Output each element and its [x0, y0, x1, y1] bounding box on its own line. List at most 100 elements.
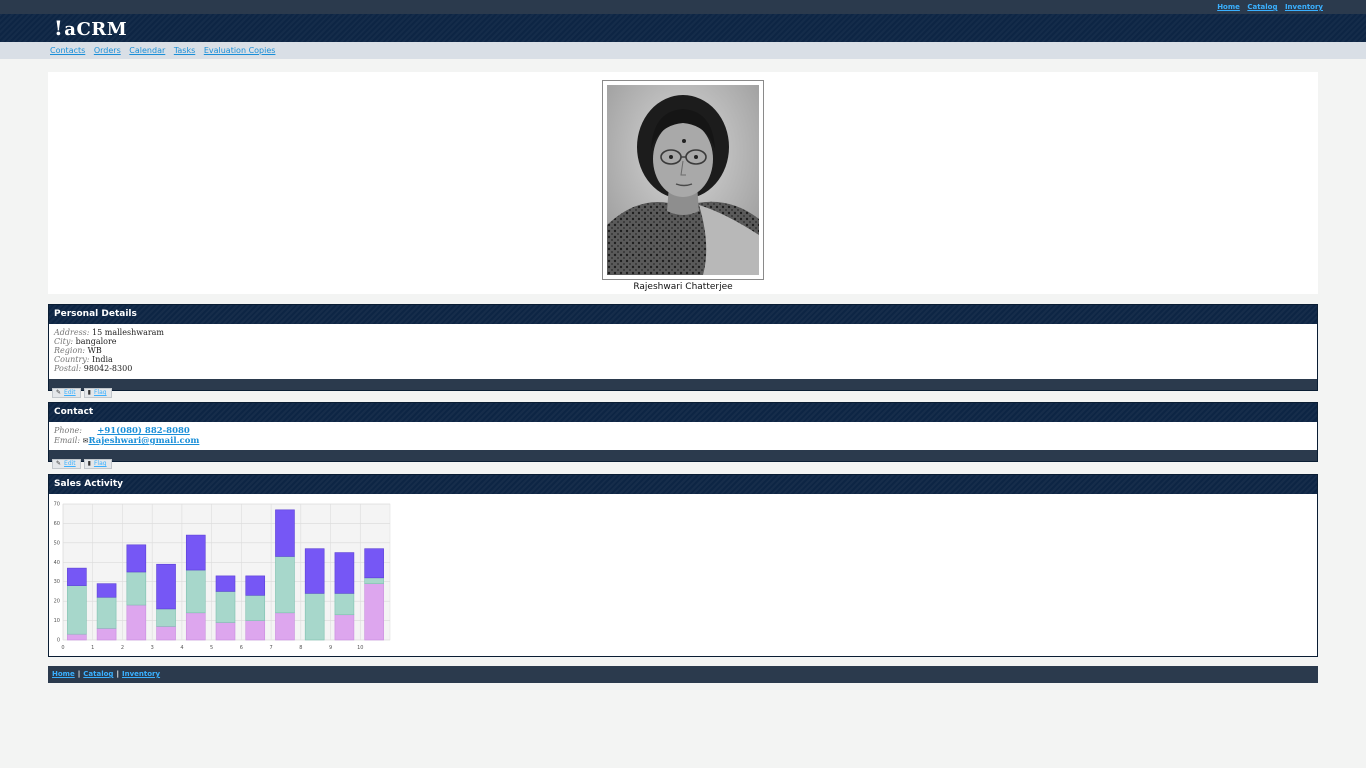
flag-label: Flag — [93, 460, 107, 467]
field-country: Country: India — [54, 355, 1312, 364]
phone-link[interactable]: +91(080) 882-8080 — [97, 426, 190, 436]
separator: | — [116, 670, 119, 678]
pencil-icon: ✎ — [56, 460, 62, 467]
chart-bar-segment — [275, 556, 295, 614]
nav-evaluation-copies[interactable]: Evaluation Copies — [204, 46, 276, 55]
chart-bar-segment — [126, 604, 147, 641]
contact-photo — [607, 85, 759, 275]
chart-bar-segment — [126, 571, 147, 606]
app-logo[interactable]: !aCRM — [54, 16, 127, 40]
chart-bar-segment — [364, 548, 384, 579]
x-tick-label: 6 — [240, 645, 243, 651]
y-tick-label: 70 — [54, 502, 60, 508]
y-tick-label: 0 — [57, 638, 60, 644]
x-tick-label: 10 — [357, 645, 363, 651]
chart-bar-segment — [215, 591, 236, 623]
chart-bar-segment — [334, 552, 355, 594]
chart-bar-segment — [67, 585, 87, 635]
sub-navigation: Contacts Orders Calendar Tasks Evaluatio… — [0, 42, 1366, 59]
footer-link-home[interactable]: Home — [52, 670, 75, 678]
email-link[interactable]: Rajeshwari@gmail.com — [88, 436, 199, 446]
x-tick-label: 0 — [61, 645, 64, 651]
chart-bar-segment — [185, 569, 206, 614]
field-label: Region: — [54, 346, 86, 355]
top-link-catalog[interactable]: Catalog — [1247, 3, 1277, 11]
y-tick-label: 10 — [54, 618, 60, 624]
y-tick-label: 40 — [54, 560, 60, 566]
x-tick-label: 9 — [329, 645, 332, 651]
contact-photo-panel: Rajeshwari Chatterjee — [48, 72, 1318, 294]
nav-orders[interactable]: Orders — [94, 46, 121, 55]
chart-bar-segment — [245, 620, 266, 641]
chart-bar-segment — [245, 595, 266, 621]
portrait-image — [607, 85, 759, 275]
x-tick-label: 2 — [121, 645, 124, 651]
edit-button[interactable]: ✎ Edit — [52, 388, 81, 398]
field-label: City: — [54, 337, 74, 346]
personal-details-body: Address: 15 malleshwaram City: bangalore… — [49, 324, 1317, 379]
chart-bar-segment — [185, 612, 206, 641]
field-value: 15 malleshwaram — [92, 328, 165, 337]
chart-bar-segment — [304, 593, 325, 641]
flag-button[interactable]: ▮ Flag — [83, 388, 112, 398]
chart-bar-segment — [156, 563, 176, 610]
bookmark-icon: ▮ — [87, 460, 91, 467]
footer-link-inventory[interactable]: Inventory — [122, 670, 160, 678]
field-label: Address: — [54, 328, 90, 337]
nav-calendar[interactable]: Calendar — [129, 46, 165, 55]
chart-bar-segment — [364, 577, 384, 584]
y-tick-label: 20 — [54, 599, 60, 605]
flag-button[interactable]: ▮ Flag — [83, 459, 112, 469]
phone-row: Phone: +91(080) 882-8080 — [54, 426, 1312, 436]
footer-link-catalog[interactable]: Catalog — [83, 670, 113, 678]
chart-bar-segment — [364, 583, 384, 641]
chart-bar-segment — [67, 567, 87, 586]
sales-chart: 0 10 20 30 40 50 60 70 0 1 2 3 4 5 6 7 8 9 10 — [49, 494, 1317, 656]
chart-bar-segment — [96, 596, 117, 629]
sales-chart-svg: 0 10 20 30 40 50 60 70 0 1 2 3 4 5 6 7 8 9 10 — [54, 502, 391, 651]
field-city: City: bangalore — [54, 337, 1312, 346]
field-value: bangalore — [75, 337, 117, 346]
edit-button[interactable]: ✎ Edit — [52, 459, 81, 469]
chart-bar-segment — [156, 608, 176, 627]
top-link-inventory[interactable]: Inventory — [1285, 3, 1323, 11]
contact-body: Phone: +91(080) 882-8080 Email: ✉Rajeshw… — [49, 422, 1317, 450]
top-link-home[interactable]: Home — [1217, 3, 1240, 11]
panel-title: Personal Details — [49, 305, 1317, 324]
field-value: WB — [87, 346, 102, 355]
x-tick-label: 4 — [180, 645, 183, 651]
photo-frame — [602, 80, 764, 280]
chart-bar-segment — [156, 626, 176, 641]
email-label: Email: — [54, 436, 81, 445]
chart-bar-segment — [96, 628, 117, 641]
page-footer: Home | Catalog | Inventory — [48, 666, 1318, 683]
email-row: Email: ✉Rajeshwari@gmail.com — [54, 436, 1312, 446]
field-region: Region: WB — [54, 346, 1312, 355]
chart-bar-segment — [275, 612, 295, 641]
nav-tasks[interactable]: Tasks — [174, 46, 195, 55]
field-value: 98042-8300 — [83, 364, 133, 373]
chart-bar-segment — [215, 575, 236, 592]
field-value: India — [92, 355, 113, 364]
chart-bar-segment — [245, 575, 266, 596]
phone-label: Phone: — [54, 426, 82, 435]
top-links: Home Catalog Inventory — [1212, 3, 1323, 11]
field-label: Country: — [54, 355, 90, 364]
chart-bar-segment — [96, 583, 117, 598]
panel-title: Contact — [49, 403, 1317, 422]
chart-bar-segment — [215, 622, 236, 641]
panel-footer: ✎ Edit ▮ Flag — [49, 450, 1317, 469]
x-tick-label: 1 — [91, 645, 94, 651]
separator: | — [77, 670, 81, 678]
field-address: Address: 15 malleshwaram — [54, 328, 1312, 337]
x-tick-label: 8 — [299, 645, 302, 651]
nav-contacts[interactable]: Contacts — [50, 46, 85, 55]
edit-label: Edit — [64, 389, 76, 396]
y-tick-label: 30 — [54, 579, 60, 585]
panel-title: Sales Activity — [49, 475, 1317, 494]
app-title: aCRM — [64, 19, 128, 40]
contact-name: Rajeshwari Chatterjee — [633, 282, 733, 292]
chart-bar-segment — [67, 633, 87, 641]
sales-activity-panel: Sales Activity 0 10 20 30 40 50 60 70 0 1 2 3 4 5 6 7 8 9… — [48, 474, 1318, 657]
top-bar: Home Catalog Inventory — [0, 0, 1366, 14]
